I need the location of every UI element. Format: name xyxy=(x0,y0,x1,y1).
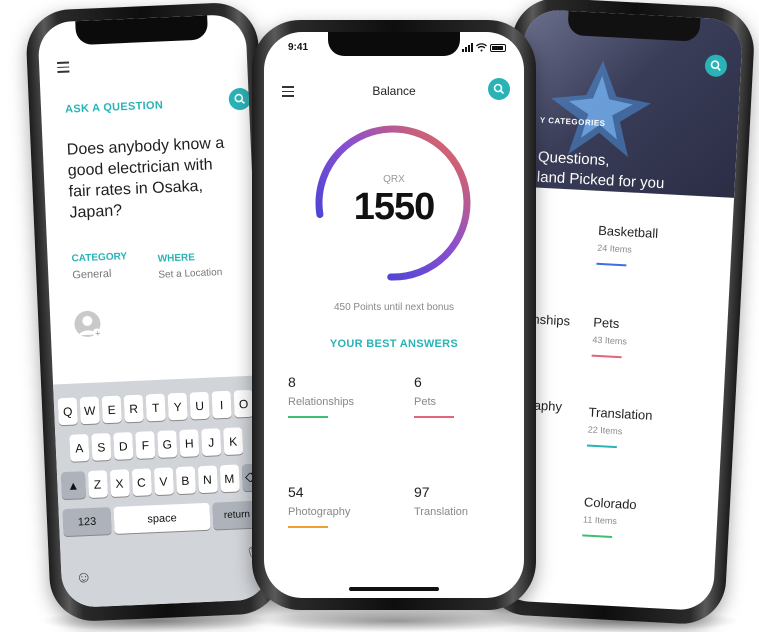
best-answers-title: YOUR BEST ANSWERS xyxy=(329,338,459,350)
category-name: Basketball xyxy=(597,222,659,241)
where-value[interactable]: Set a Location xyxy=(158,267,222,281)
search-button[interactable] xyxy=(228,87,252,111)
search-icon xyxy=(710,60,721,72)
svg-text:+: + xyxy=(95,329,101,337)
bonus-text: 450 Points until next bonus xyxy=(333,302,455,313)
category-name: Colorado xyxy=(583,494,638,513)
stat-count: 8 xyxy=(288,374,296,390)
status-icons xyxy=(462,43,506,52)
stat-underline xyxy=(288,416,328,418)
ask-question-title: ASK A QUESTION xyxy=(64,99,164,116)
stat-count: 6 xyxy=(414,374,422,390)
stat-label: Photography xyxy=(288,506,351,518)
ask-question-screen: ASK A QUESTION Does anybody know a good … xyxy=(37,13,271,609)
key-n[interactable]: N xyxy=(197,465,218,494)
key-v[interactable]: V xyxy=(153,467,174,496)
key-r[interactable]: R xyxy=(123,394,144,423)
key-q[interactable]: Q xyxy=(57,397,78,426)
wifi-icon xyxy=(476,43,487,52)
category-underline xyxy=(596,262,627,267)
key-w[interactable]: W xyxy=(79,396,100,425)
key-t[interactable]: T xyxy=(145,393,166,422)
category-count: 11 Items xyxy=(582,514,618,527)
hero-title-line-1: Questions, xyxy=(537,148,611,170)
keyboard-row-4: 123 space return xyxy=(59,500,268,537)
key-j[interactable]: J xyxy=(201,428,222,457)
category-count: 43 Items xyxy=(592,334,628,347)
category-count: 24 Items xyxy=(597,242,633,255)
key-z[interactable]: Z xyxy=(87,470,108,499)
key-o[interactable]: O xyxy=(233,389,254,418)
avatar[interactable]: + xyxy=(73,310,101,338)
home-indicator[interactable] xyxy=(349,587,439,591)
emoji-icon[interactable]: ☺ xyxy=(75,569,92,588)
currency-label: QRX xyxy=(383,174,405,185)
stat-label: Relationships xyxy=(288,396,355,408)
key-e[interactable]: E xyxy=(101,395,122,424)
keyboard-row-3: ▲ ZXCVBNM ⌫ xyxy=(57,463,266,500)
key-b[interactable]: B xyxy=(175,466,196,495)
key-c[interactable]: C xyxy=(131,468,152,497)
key-g[interactable]: G xyxy=(157,430,178,458)
numbers-key[interactable]: 123 xyxy=(62,507,112,537)
key-f[interactable]: F xyxy=(135,431,156,459)
key-d[interactable]: D xyxy=(113,432,134,460)
key-k[interactable]: K xyxy=(223,427,244,456)
category-underline xyxy=(586,444,617,449)
left-phone: ASK A QUESTION Does anybody know a good … xyxy=(24,1,284,623)
balance-screen: 9:41 Balance QRX 1550 450 Points until n… xyxy=(264,32,524,598)
page-title: Balance xyxy=(372,84,416,98)
key-x[interactable]: X xyxy=(109,469,130,498)
menu-icon[interactable] xyxy=(57,61,70,75)
key-s[interactable]: S xyxy=(91,433,112,461)
search-icon xyxy=(234,93,246,104)
stat-underline xyxy=(414,416,454,418)
category-underline xyxy=(591,354,622,359)
key-i[interactable]: I xyxy=(211,390,232,419)
space-key[interactable]: space xyxy=(113,502,211,534)
key-h[interactable]: H xyxy=(179,429,200,457)
stat-count: 54 xyxy=(288,484,304,500)
category-count: 22 Items xyxy=(587,424,623,437)
search-icon xyxy=(493,83,505,95)
category-name: Translation xyxy=(588,404,653,423)
keyboard-letters: ZXCVBNM xyxy=(87,464,240,499)
shift-key[interactable]: ▲ xyxy=(60,471,86,500)
notch xyxy=(75,15,209,46)
key-y[interactable]: Y xyxy=(167,392,188,421)
hero-title-line-2: land Picked for you xyxy=(536,168,665,193)
stat-underline xyxy=(288,526,328,528)
center-phone: 9:41 Balance QRX 1550 450 Points until n… xyxy=(252,20,536,610)
battery-icon xyxy=(490,44,506,52)
status-time: 9:41 xyxy=(288,42,309,53)
search-button[interactable] xyxy=(488,78,510,100)
key-a[interactable]: A xyxy=(69,433,90,462)
key-u[interactable]: U xyxy=(189,391,210,420)
stat-label: Translation xyxy=(414,506,469,518)
category-underline xyxy=(582,534,613,538)
notch xyxy=(328,32,460,56)
keyboard-row-2: ASDFGHJK xyxy=(55,426,264,462)
keyboard: QWERTYUIO ASDFGHJK ▲ ZXCVBNM ⌫ 123 space… xyxy=(53,375,271,609)
signal-icon xyxy=(462,43,473,52)
where-label: WHERE xyxy=(157,252,196,265)
hero-artwork xyxy=(551,60,651,158)
balance-value: 1550 xyxy=(353,186,436,228)
keyboard-row-1: QWERTYUIO xyxy=(54,389,263,426)
center-phone-shadow xyxy=(250,610,540,632)
category-label: CATEGORY xyxy=(71,251,128,265)
category-value[interactable]: General xyxy=(72,268,112,282)
stat-count: 97 xyxy=(414,484,430,500)
question-text[interactable]: Does anybody know a good electrician wit… xyxy=(66,132,240,223)
category-name: Pets xyxy=(592,314,620,332)
key-m[interactable]: M xyxy=(219,464,240,493)
user-icon: + xyxy=(78,315,101,338)
stat-label: Pets xyxy=(414,396,437,408)
